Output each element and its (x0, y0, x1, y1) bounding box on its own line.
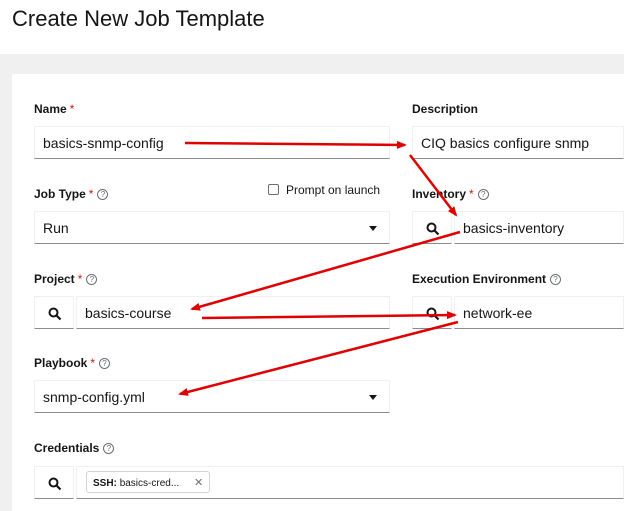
execution-environment-input[interactable]: network-ee (454, 296, 624, 329)
name-label: Name * (34, 102, 74, 116)
playbook-label-text: Playbook (34, 356, 88, 370)
credentials-label-text: Credentials (34, 441, 100, 455)
project-label: Project *? (34, 272, 98, 286)
project-label-text: Project (34, 272, 75, 286)
search-icon (48, 477, 62, 491)
name-label-text: Name (34, 102, 67, 116)
execution-environment-lookup-button[interactable] (412, 296, 452, 329)
inventory-lookup-button[interactable] (412, 211, 452, 244)
page-title: Create New Job Template (12, 6, 265, 31)
credential-chip: SSH: basics-cred... ✕ (86, 471, 211, 493)
search-icon (426, 222, 440, 236)
playbook-value: snmp-config.yml (43, 389, 145, 405)
name-input[interactable]: basics-snmp-config (34, 126, 390, 159)
credentials-label: Credentials? (34, 441, 115, 455)
required-marker: * (90, 356, 96, 370)
project-input[interactable]: basics-course (76, 296, 390, 329)
required-marker: * (469, 187, 474, 201)
job-type-label-text: Job Type (34, 187, 86, 201)
execution-environment-label: Execution Environment? (412, 272, 562, 286)
required-marker: * (77, 272, 83, 286)
required-marker: * (88, 187, 94, 201)
page-header: Create New Job Template (0, 0, 624, 54)
inventory-input[interactable]: basics-inventory (454, 211, 624, 244)
playbook-label: Playbook *? (34, 356, 111, 370)
execution-environment-label-text: Execution Environment (412, 272, 547, 286)
help-icon[interactable]: ? (103, 443, 115, 454)
project-value: basics-course (85, 305, 172, 321)
credential-chip-value: basics-cred... (119, 478, 180, 489)
playbook-select[interactable]: snmp-config.yml (34, 380, 390, 413)
help-icon[interactable]: ? (86, 274, 98, 285)
description-value: CIQ basics configure snmp (421, 135, 590, 151)
prompt-on-launch-checkbox[interactable] (268, 184, 279, 195)
inventory-value: basics-inventory (463, 220, 565, 236)
execution-environment-value: network-ee (463, 305, 533, 321)
prompt-on-launch-label[interactable]: Prompt on launch (286, 183, 380, 197)
inventory-label: Inventory *? (412, 187, 489, 201)
credentials-lookup-button[interactable] (34, 466, 74, 499)
name-value: basics-snmp-config (43, 135, 164, 151)
help-icon[interactable]: ? (550, 274, 562, 285)
help-icon[interactable]: ? (477, 189, 489, 200)
search-icon (48, 307, 62, 321)
required-marker: * (69, 102, 75, 116)
project-lookup-button[interactable] (34, 296, 74, 329)
job-type-label: Job Type *? (34, 187, 109, 201)
caret-down-icon (369, 226, 377, 231)
close-icon[interactable]: ✕ (194, 477, 203, 489)
description-label: Description (412, 102, 479, 116)
description-input[interactable]: CIQ basics configure snmp (412, 126, 624, 159)
help-icon[interactable]: ? (99, 358, 111, 369)
search-icon (426, 307, 440, 321)
help-icon[interactable]: ? (97, 189, 109, 200)
inventory-label-text: Inventory (412, 187, 467, 201)
credential-chip-type: SSH: (93, 478, 117, 489)
job-type-value: Run (43, 220, 69, 236)
caret-down-icon (369, 395, 377, 400)
job-type-select[interactable]: Run (34, 211, 390, 244)
